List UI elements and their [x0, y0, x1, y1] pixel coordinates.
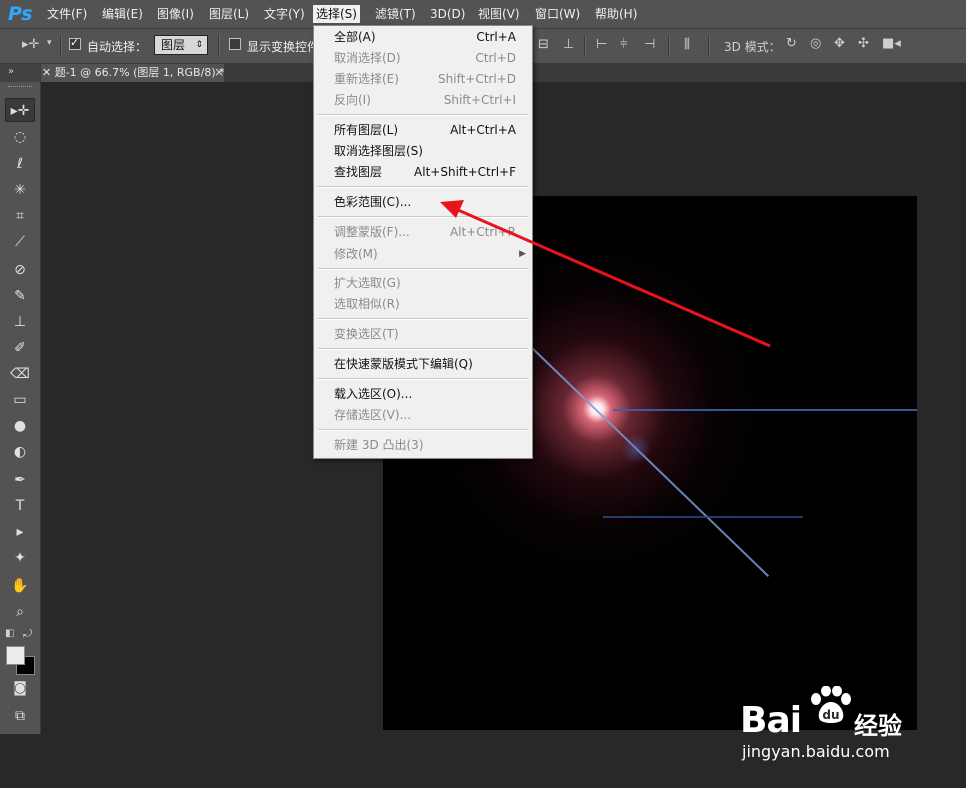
svg-text:du: du [822, 708, 839, 722]
baidu-watermark: du Bai 经验 jingyan.baidu.com [740, 684, 920, 768]
baidu-jingyan-text: 经验 [854, 712, 902, 740]
baidu-paw-logo: du [811, 686, 851, 723]
baidu-brand-text: Bai [740, 700, 802, 741]
arrow-head [440, 200, 464, 218]
arrow-shaft [457, 208, 771, 348]
annotation-arrow [440, 200, 771, 348]
baidu-url-text: jingyan.baidu.com [742, 742, 890, 761]
